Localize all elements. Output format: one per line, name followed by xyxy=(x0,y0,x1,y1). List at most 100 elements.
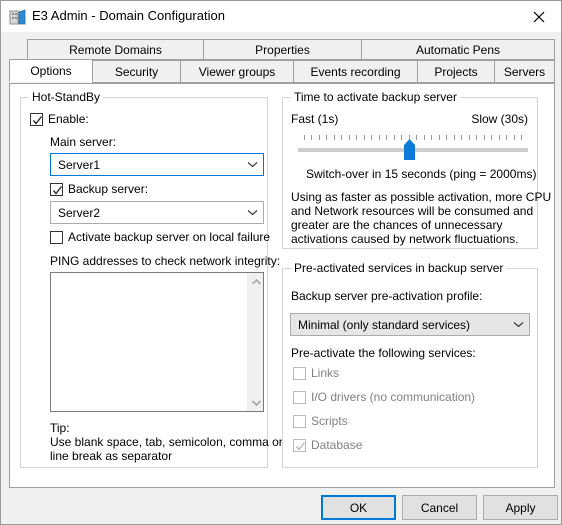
chevron-down-icon xyxy=(507,321,529,328)
tab-properties[interactable]: Properties xyxy=(203,39,362,60)
ok-button[interactable]: OK xyxy=(321,495,396,520)
slider-tick xyxy=(454,135,455,140)
tab-events-recording[interactable]: Events recording xyxy=(293,60,418,83)
backup-server-combobox[interactable]: Server2 xyxy=(50,201,264,224)
services-label: Pre-activate the following services: xyxy=(291,346,476,360)
slider-tick xyxy=(476,135,477,140)
slider-tick xyxy=(394,135,395,140)
slider-tick xyxy=(484,135,485,140)
slider-tick xyxy=(401,135,402,140)
tab-label: Events recording xyxy=(310,64,401,79)
tab-automatic-pens[interactable]: Automatic Pens xyxy=(361,39,555,60)
scroll-down-icon[interactable] xyxy=(248,394,264,411)
cancel-button[interactable]: Cancel xyxy=(402,495,477,520)
slider-tick xyxy=(341,135,342,140)
close-icon[interactable] xyxy=(516,1,561,32)
slider-tick xyxy=(431,135,432,140)
main-server-combobox[interactable]: Server1 xyxy=(50,153,264,176)
slider-tick xyxy=(514,135,515,140)
tip-title: Tip: xyxy=(50,421,70,435)
description-line-3: greater are the chances of unnecessary xyxy=(291,218,503,232)
enable-checkbox[interactable]: Enable: xyxy=(30,112,89,126)
service-checkbox-scripts: Scripts xyxy=(293,414,348,428)
slider-tick xyxy=(461,135,462,140)
slider-thumb[interactable] xyxy=(403,139,416,161)
apply-label: Apply xyxy=(505,500,536,515)
enable-label: Enable: xyxy=(48,112,89,126)
description-line-2: and Network resources will be consumed a… xyxy=(291,204,534,218)
main-server-value: Server1 xyxy=(58,157,101,172)
tab-label: Servers xyxy=(503,64,546,79)
tab-row-bottom: Options Security Viewer groups Events re… xyxy=(9,59,555,84)
description-line-4: activations caused by network fluctuatio… xyxy=(291,232,519,246)
service-checkbox-io-drivers: I/O drivers (no communication) xyxy=(293,390,475,404)
slider-tick xyxy=(446,135,447,140)
tab-servers[interactable]: Servers xyxy=(494,60,555,83)
tab-security[interactable]: Security xyxy=(92,60,181,83)
tab-label: Properties xyxy=(255,42,310,57)
chevron-down-icon xyxy=(241,161,263,168)
tab-label: Options xyxy=(30,63,72,78)
service-label: Scripts xyxy=(311,414,348,428)
backup-server-value: Server2 xyxy=(58,205,101,220)
chevron-down-icon xyxy=(241,209,263,216)
building-icon xyxy=(9,8,27,26)
slider-tick xyxy=(319,135,320,140)
group-label: Time to activate backup server xyxy=(291,90,460,104)
profile-value: Minimal (only standard services) xyxy=(298,317,471,332)
textarea-scrollbar[interactable] xyxy=(247,273,263,411)
slider-tick xyxy=(371,135,372,140)
service-label: I/O drivers (no communication) xyxy=(311,390,476,404)
activate-local-failure-checkbox[interactable]: Activate backup server on local failure xyxy=(50,230,270,244)
service-checkbox-links: Links xyxy=(293,366,339,380)
check-icon xyxy=(295,441,306,451)
pre-activation-profile-combobox[interactable]: Minimal (only standard services) xyxy=(290,313,530,336)
main-server-label: Main server: xyxy=(50,135,117,149)
check-icon xyxy=(52,185,63,195)
checkbox-box xyxy=(30,112,43,126)
slider-tick xyxy=(439,135,440,140)
slider-tick xyxy=(424,135,425,140)
tab-viewer-groups[interactable]: Viewer groups xyxy=(180,60,294,83)
cancel-label: Cancel xyxy=(420,500,459,515)
checkbox-box xyxy=(293,390,306,404)
tab-options[interactable]: Options xyxy=(9,59,93,82)
dialog-window: E3 Admin - Domain Configuration Remote D… xyxy=(0,0,562,525)
slider-tick xyxy=(491,135,492,140)
ok-label: OK xyxy=(349,500,368,515)
group-label: Pre-activated services in backup server xyxy=(291,261,507,275)
ping-addresses-label: PING addresses to check network integrit… xyxy=(50,254,281,268)
tab-remote-domains[interactable]: Remote Domains xyxy=(27,39,204,60)
service-label: Database xyxy=(311,438,363,452)
ping-addresses-textarea[interactable] xyxy=(50,272,264,412)
scroll-up-icon[interactable] xyxy=(248,273,264,290)
tab-label: Security xyxy=(114,64,159,79)
checkbox-box xyxy=(50,230,63,244)
slider-tick xyxy=(416,135,417,140)
tab-label: Projects xyxy=(434,64,478,79)
service-checkbox-database: Database xyxy=(293,438,362,452)
tip-line-2: line break as separator xyxy=(50,449,173,463)
tab-label: Remote Domains xyxy=(69,42,162,57)
checkbox-box xyxy=(50,182,63,196)
tab-label: Automatic Pens xyxy=(415,42,501,57)
slider-min-label: Fast (1s) xyxy=(291,112,339,126)
slider-tick xyxy=(506,135,507,140)
tab-row-top: Remote Domains Properties Automatic Pens xyxy=(9,39,555,61)
checkbox-box xyxy=(293,414,306,428)
slider-tick xyxy=(469,135,470,140)
apply-button[interactable]: Apply xyxy=(483,495,558,520)
switchover-status-text: Switch-over in 15 seconds (ping = 2000ms… xyxy=(306,167,537,181)
activate-local-failure-label: Activate backup server on local failure xyxy=(68,230,271,244)
checkbox-box xyxy=(293,438,306,452)
tab-projects[interactable]: Projects xyxy=(417,60,495,83)
slider-tick xyxy=(379,135,380,140)
slider-tick xyxy=(356,135,357,140)
slider-max-label: Slow (30s) xyxy=(471,112,528,126)
slider-tick xyxy=(304,135,305,140)
backup-server-checkbox[interactable]: Backup server: xyxy=(50,182,148,196)
tab-label: Viewer groups xyxy=(198,64,276,79)
check-icon xyxy=(32,115,43,125)
slider-tick xyxy=(521,135,522,140)
slider-tick xyxy=(311,135,312,140)
